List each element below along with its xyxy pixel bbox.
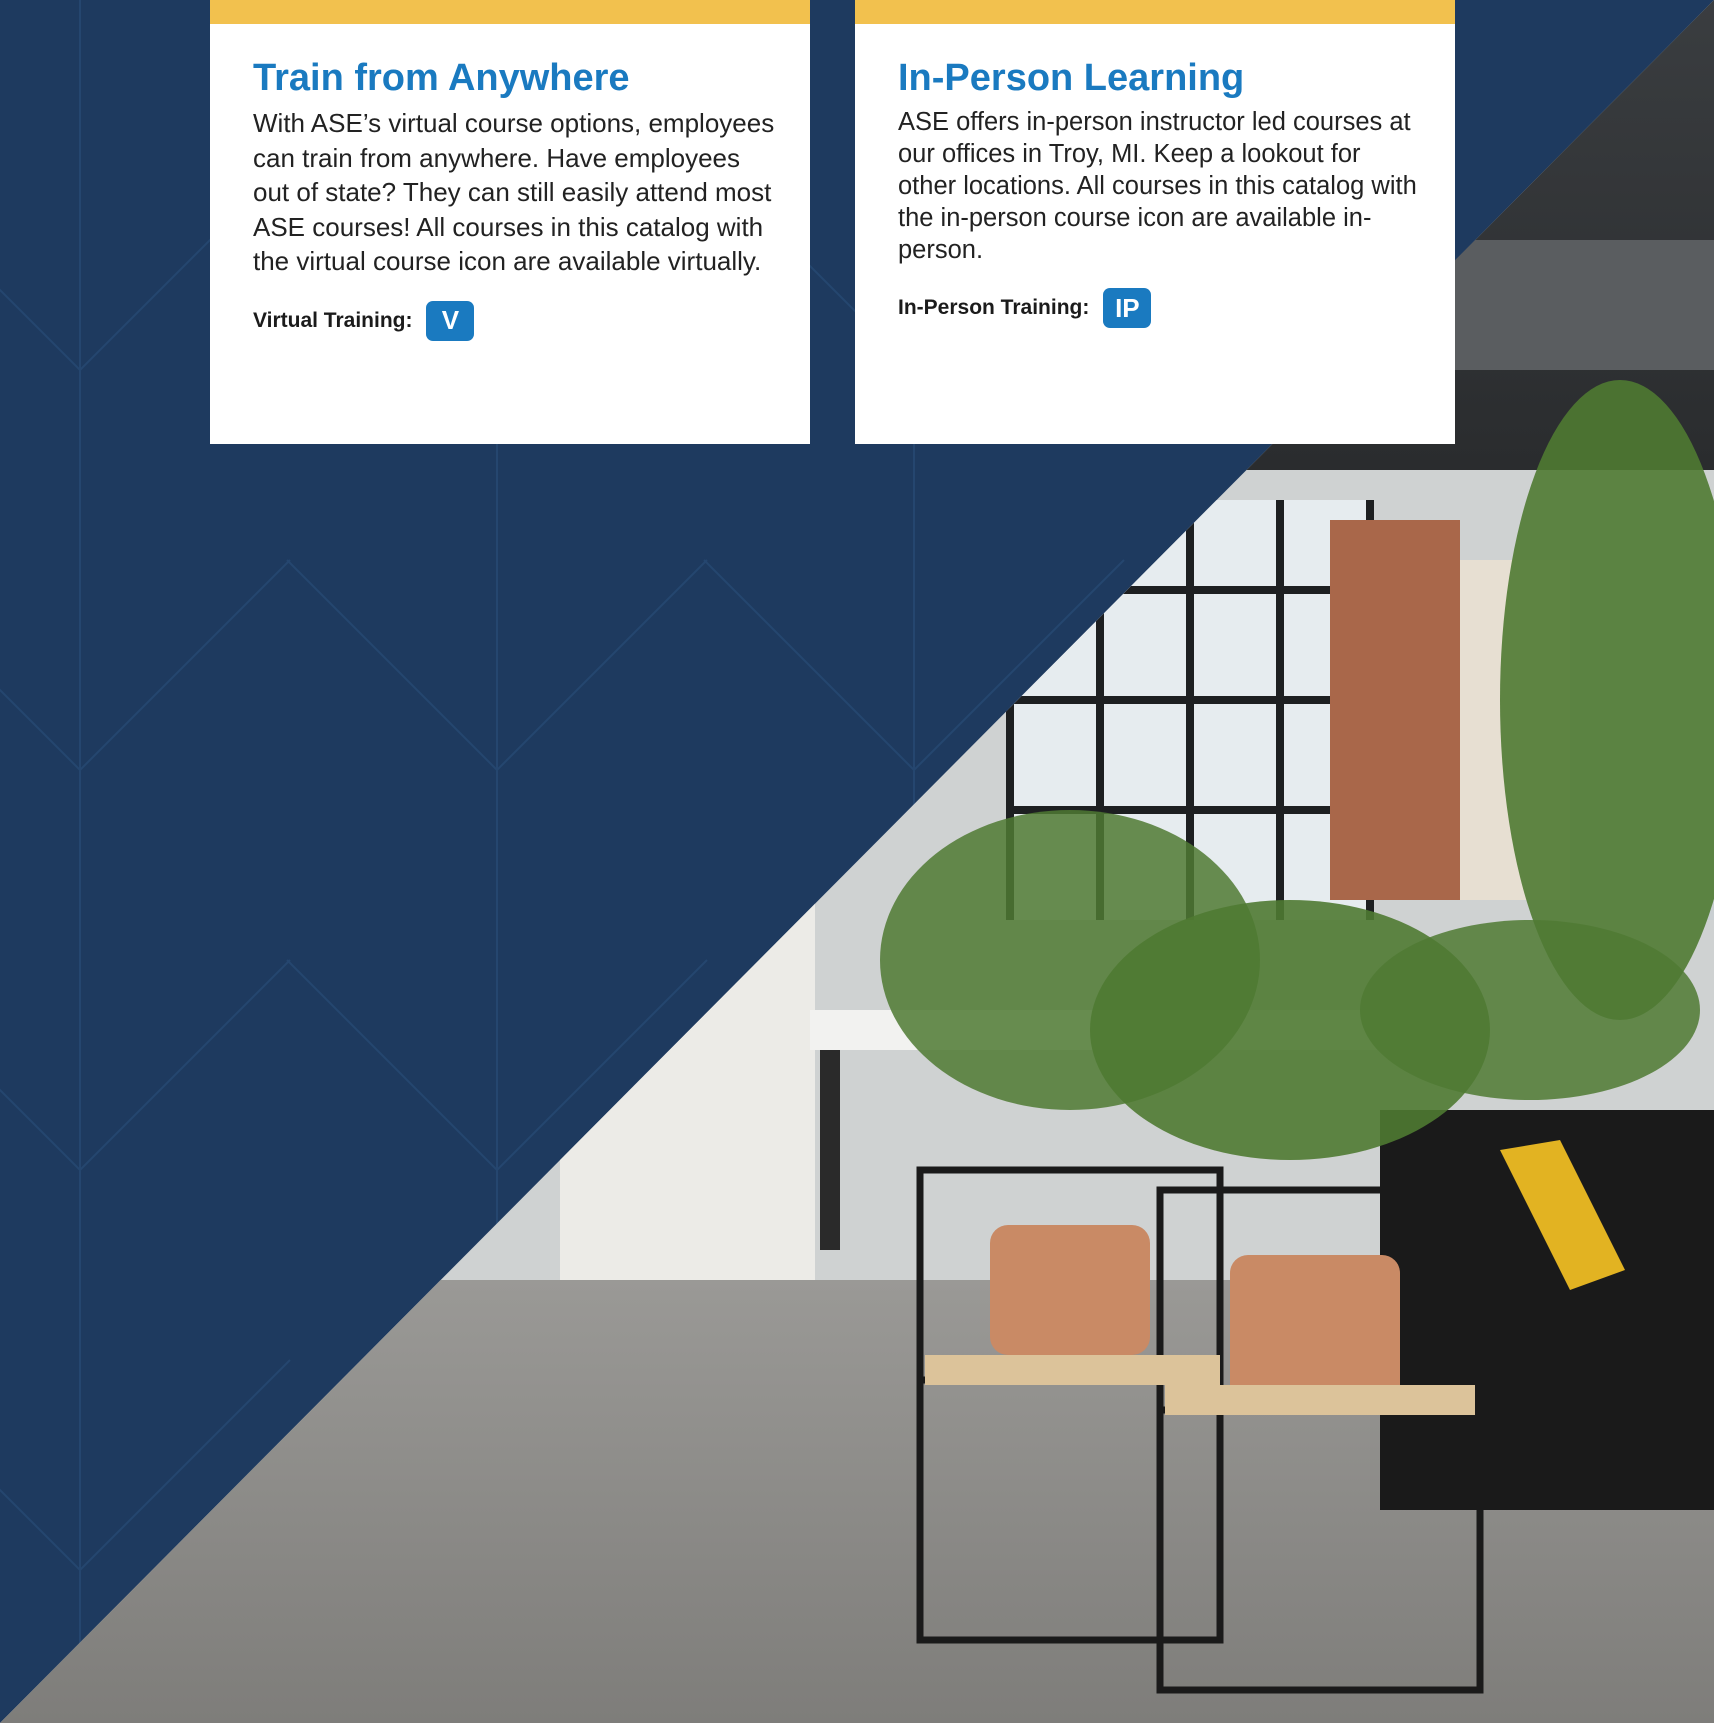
badge-row: In-Person Training: IP [898,288,1425,328]
in-person-course-icon: IP [1103,288,1152,328]
badge-label: In-Person Training: [898,296,1090,319]
virtual-training-card: Train from Anywhere With ASE’s virtual c… [210,0,810,444]
in-person-training-card: In-Person Learning ASE offers in-person … [855,0,1455,444]
badge-label: Virtual Training: [253,308,413,332]
virtual-course-icon: V [426,300,475,341]
card-title: Train from Anywhere [253,57,630,99]
badge-row: Virtual Training: V [253,300,780,341]
card-description: ASE offers in-person instructor led cour… [898,108,1417,264]
card-description: With ASE’s virtual course options, emplo… [253,108,775,276]
card-title: In-Person Learning [898,57,1245,99]
card-accent-stripe [210,0,810,24]
card-accent-stripe [855,0,1455,24]
